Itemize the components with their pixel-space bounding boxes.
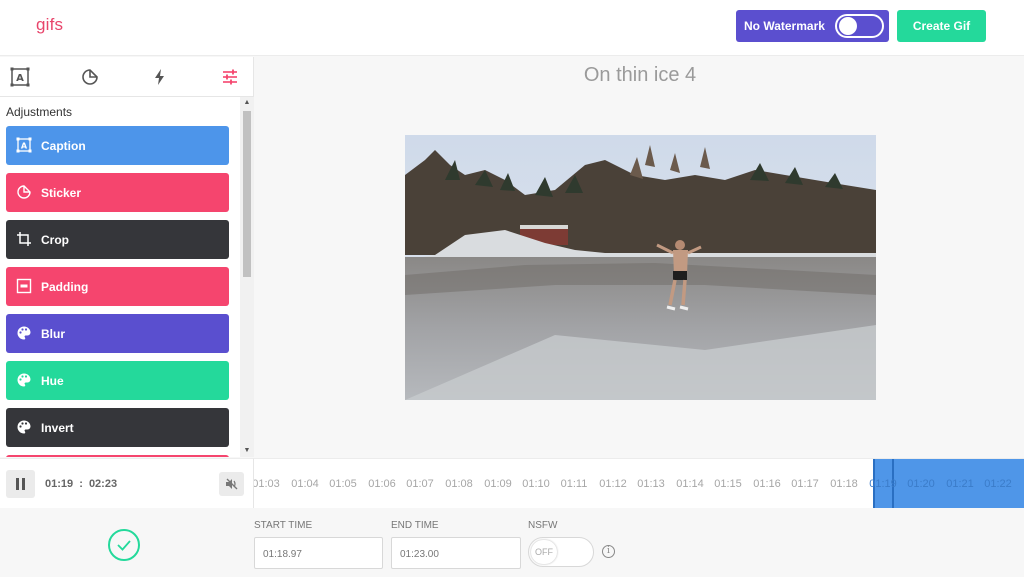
no-watermark-toggle-button[interactable]: No Watermark — [736, 10, 889, 42]
time-separator: : — [79, 478, 83, 490]
palette-icon — [16, 419, 32, 435]
svg-text:A: A — [21, 142, 28, 151]
pause-button[interactable] — [6, 470, 35, 498]
scroll-down-arrow[interactable]: ▼ — [243, 447, 251, 455]
info-icon[interactable]: i — [602, 545, 615, 558]
padding-tool-button[interactable]: Padding — [6, 267, 229, 306]
no-watermark-label: No Watermark — [744, 19, 825, 33]
palette-icon — [16, 372, 32, 388]
crop-icon — [16, 231, 32, 247]
trim-selection[interactable]: 01:19 01:20 01:21 01:22 — [869, 459, 1024, 508]
end-time-input[interactable]: 01:23.00 — [391, 537, 521, 569]
crop-tool-button[interactable]: Crop — [6, 220, 229, 259]
video-preview[interactable] — [405, 135, 876, 400]
tool-label: Padding — [41, 280, 89, 294]
gif-editor-app: gifs No Watermark Create Gif A Adjustmen… — [0, 0, 1024, 577]
blur-tool-button[interactable]: Blur — [6, 314, 229, 353]
svg-text:A: A — [16, 73, 24, 84]
timeline-tick: 01:22 — [984, 478, 1012, 490]
player-controls: 01:19 : 02:23 — [0, 458, 254, 508]
timeline-tick: 01:14 — [676, 478, 704, 490]
timeline-tick: 01:21 — [946, 478, 974, 490]
top-bar: gifs No Watermark Create Gif — [0, 0, 1024, 56]
nsfw-toggle[interactable]: OFF — [528, 537, 594, 567]
nsfw-label: NSFW — [528, 520, 558, 531]
adjustments-icon[interactable] — [219, 66, 241, 88]
hue-tool-button[interactable]: Hue — [6, 361, 229, 400]
timeline-tick: 01:06 — [368, 478, 396, 490]
sticker-icon[interactable] — [79, 66, 101, 88]
start-time-input[interactable]: 01:18.97 — [254, 537, 383, 569]
tool-label: Invert — [41, 421, 74, 435]
caption-icon[interactable]: A — [9, 66, 31, 88]
end-time-label: END TIME — [391, 520, 439, 531]
invert-tool-button[interactable]: Invert — [6, 408, 229, 447]
pause-icon — [16, 478, 19, 490]
timeline-tick: 01:15 — [714, 478, 742, 490]
logo[interactable]: gifs — [36, 15, 63, 35]
current-time: 01:19 — [45, 478, 74, 490]
start-time-label: START TIME — [254, 520, 313, 531]
tool-label: Blur — [41, 327, 65, 341]
timeline-tick: 01:19 — [869, 478, 897, 490]
timeline-tick: 01:12 — [599, 478, 627, 490]
timeline[interactable]: 01:03 01:04 01:05 01:06 01:07 01:08 01:0… — [254, 458, 1024, 508]
muted-speaker-icon — [226, 478, 238, 490]
nsfw-state: OFF — [531, 540, 557, 564]
timeline-tick: 01:13 — [637, 478, 665, 490]
confirm-check-button[interactable] — [108, 529, 140, 561]
tool-label: Sticker — [41, 186, 82, 200]
tool-list: A Caption Sticker Crop Padding Blur Hue … — [0, 125, 240, 457]
tool-label: Hue — [41, 374, 64, 388]
timeline-tick: 01:03 — [254, 478, 280, 490]
sticker-icon — [16, 184, 32, 200]
create-gif-button[interactable]: Create Gif — [897, 10, 986, 42]
next-tool-button[interactable] — [6, 455, 229, 457]
timeline-tick: 01:20 — [907, 478, 935, 490]
time-readout: 01:19 : 02:23 — [45, 478, 117, 490]
scroll-up-arrow[interactable]: ▲ — [243, 99, 251, 107]
timeline-tick: 01:10 — [522, 478, 550, 490]
editor-sidebar: A Adjustments A Caption Sticker Crop Pad… — [0, 57, 254, 457]
timeline-tick: 01:11 — [560, 478, 588, 490]
trim-form: START TIME 01:18.97 END TIME 01:23.00 NS… — [0, 508, 1024, 577]
timeline-tick: 01:08 — [445, 478, 473, 490]
panel-title: Adjustments — [6, 105, 73, 119]
timeline-tick: 01:04 — [291, 478, 319, 490]
tool-list-scrollbar[interactable]: ▲ ▼ — [240, 97, 254, 457]
mute-button[interactable] — [219, 472, 244, 496]
checkmark-icon — [117, 540, 131, 551]
timeline-tick: 01:16 — [753, 478, 781, 490]
caption-icon: A — [16, 137, 32, 153]
timeline-tick: 01:07 — [406, 478, 434, 490]
watermark-switch-knob — [839, 17, 857, 35]
flash-icon[interactable] — [149, 66, 171, 88]
watermark-switch[interactable] — [835, 14, 884, 38]
scroll-thumb[interactable] — [243, 111, 251, 277]
palette-icon — [16, 325, 32, 341]
padding-icon — [16, 278, 32, 294]
tool-label: Crop — [41, 233, 69, 247]
sticker-tool-button[interactable]: Sticker — [6, 173, 229, 212]
sidebar-tabs: A — [0, 57, 254, 97]
timeline-tick: 01:05 — [329, 478, 357, 490]
timeline-tick: 01:17 — [791, 478, 819, 490]
video-title: On thin ice 4 — [583, 64, 697, 86]
duration: 02:23 — [88, 478, 118, 490]
caption-tool-button[interactable]: A Caption — [6, 126, 229, 165]
tool-label: Caption — [41, 139, 86, 153]
timeline-tick: 01:09 — [484, 478, 512, 490]
timeline-tick: 01:18 — [830, 478, 858, 490]
